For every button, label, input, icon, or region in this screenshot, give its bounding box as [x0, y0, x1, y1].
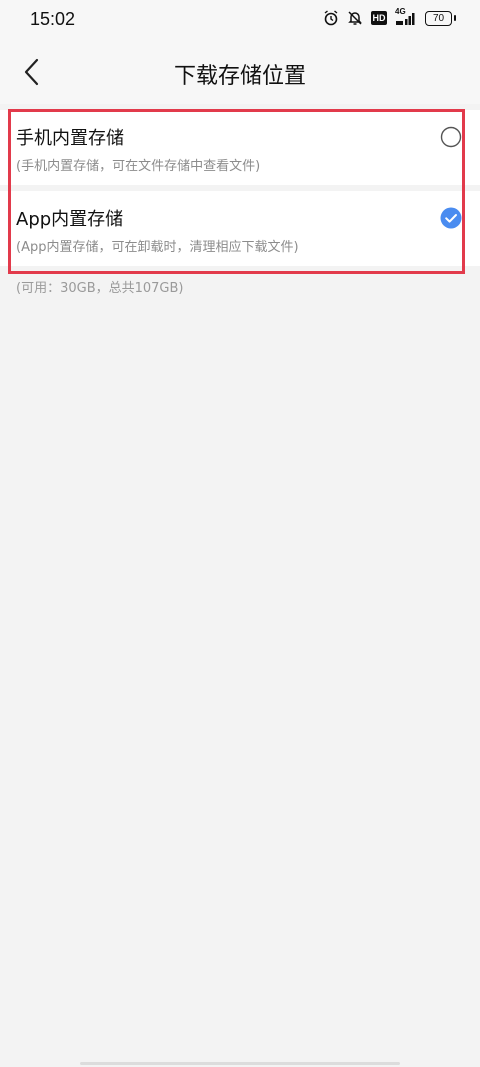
status-icons: HD 4G 70 [323, 7, 456, 26]
option-title: App内置存储 [16, 209, 124, 230]
status-bar: 15:02 HD 4G 70 [0, 0, 480, 42]
option-title: 手机内置存储 [16, 128, 124, 149]
storage-options: 手机内置存储 (手机内置存储，可在文件存储中查看文件) App内置存储 (App… [0, 110, 480, 266]
option-description: (App内置存储，可在卸载时，清理相应下载文件) [16, 240, 299, 255]
option-app-storage[interactable]: App内置存储 (App内置存储，可在卸载时，清理相应下载文件) [0, 191, 480, 266]
gesture-bar [80, 1062, 400, 1065]
radio-checked-icon[interactable] [440, 207, 462, 229]
signal-icon: 4G [395, 7, 417, 26]
radio-unchecked-icon[interactable] [440, 126, 462, 148]
option-phone-storage[interactable]: 手机内置存储 (手机内置存储，可在文件存储中查看文件) [0, 110, 480, 185]
title-bar: 下载存储位置 [0, 42, 480, 104]
hd-icon: HD [371, 11, 387, 25]
alarm-icon [324, 10, 338, 26]
page-title: 下载存储位置 [173, 64, 306, 89]
mute-bell-icon [348, 11, 362, 25]
status-time: 15:02 [30, 9, 76, 29]
storage-info: (可用：30GB，总共107GB) [16, 281, 184, 296]
battery-icon: 70 [425, 10, 456, 26]
option-description: (手机内置存储，可在文件存储中查看文件) [16, 159, 261, 174]
